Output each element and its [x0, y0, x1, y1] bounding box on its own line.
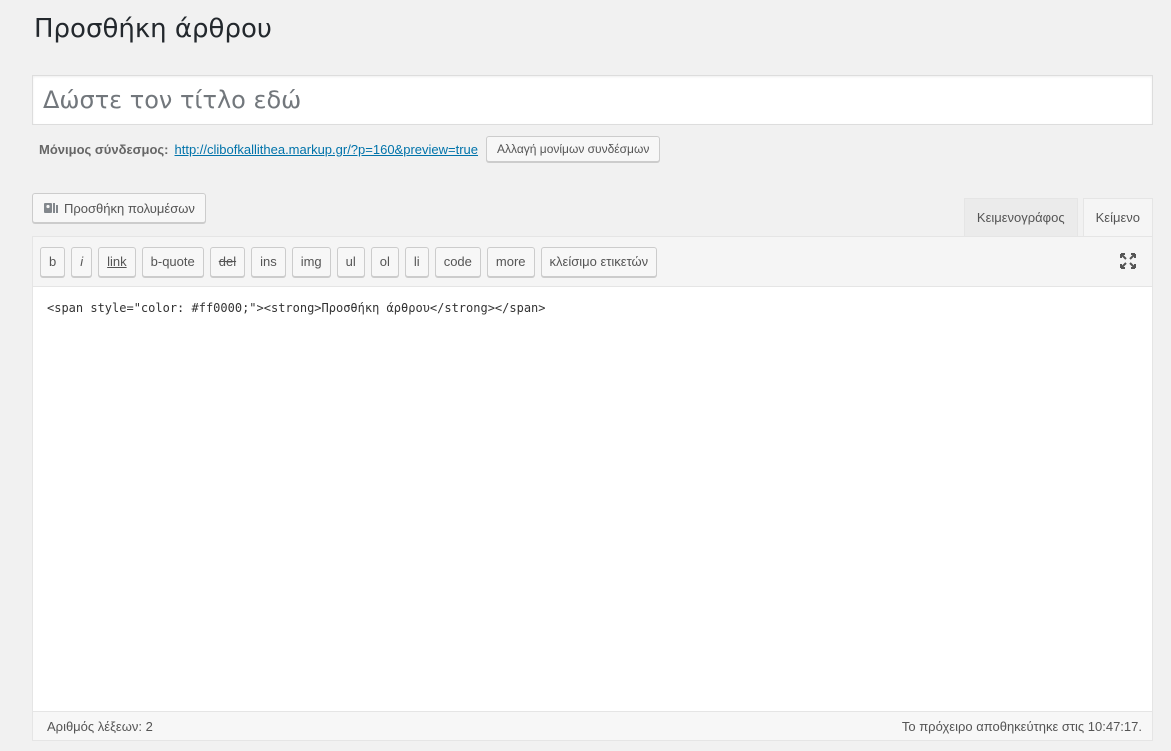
editor-tabs: Κειμενογράφος Κείμενο [959, 198, 1153, 236]
qt-ins-button[interactable]: ins [251, 246, 286, 277]
qt-more-button[interactable]: more [486, 246, 535, 277]
qt-close-tags-button[interactable]: κλείσιμο ετικετών [540, 246, 658, 277]
tab-visual[interactable]: Κειμενογράφος [963, 198, 1078, 236]
quicktags-toolbar: b i link b-quote del ins img ul ol li co… [33, 237, 1152, 287]
fullscreen-icon[interactable] [1118, 251, 1138, 271]
tab-text[interactable]: Κείμενο [1082, 198, 1153, 236]
qt-blockquote-button[interactable]: b-quote [141, 246, 204, 277]
qt-ul-button[interactable]: ul [336, 246, 365, 277]
change-permalinks-button[interactable]: Αλλαγή μονίμων συνδέσμων [486, 136, 661, 162]
qt-del-button[interactable]: del [209, 246, 246, 277]
permalink-label: Μόνιμος σύνδεσμος: [39, 141, 169, 157]
qt-italic-button[interactable]: i [71, 246, 93, 277]
permalink-link[interactable]: http://clibofkallithea.markup.gr/?p=160&… [175, 142, 479, 157]
editor-container: b i link b-quote del ins img ul ol li co… [32, 236, 1153, 741]
title-input[interactable]: Δώστε τον τίτλο εδώ [32, 75, 1153, 125]
status-bar: Αριθμός λέξεων: 2 Το πρόχειρο αποθηκεύτη… [33, 711, 1152, 740]
qt-ol-button[interactable]: ol [370, 246, 399, 277]
media-icon [43, 200, 59, 216]
add-media-label: Προσθήκη πολυμέσων [64, 200, 195, 216]
content-textarea[interactable]: <span style="color: #ff0000;"><strong>Πρ… [33, 287, 1152, 711]
qt-code-button[interactable]: code [434, 246, 481, 277]
qt-link-button[interactable]: link [98, 246, 136, 277]
draft-saved-status: Το πρόχειρο αποθηκεύτηκε στις 10:47:17. [901, 718, 1142, 734]
qt-li-button[interactable]: li [404, 246, 429, 277]
page-title: Προσθήκη άρθρου [34, 14, 272, 44]
add-media-button[interactable]: Προσθήκη πολυμέσων [32, 193, 206, 223]
permalink-row: Μόνιμος σύνδεσμος: http://clibofkallithe… [39, 133, 661, 165]
qt-bold-button[interactable]: b [40, 246, 66, 277]
qt-img-button[interactable]: img [291, 246, 331, 277]
word-count: Αριθμός λέξεων: 2 [47, 718, 153, 734]
